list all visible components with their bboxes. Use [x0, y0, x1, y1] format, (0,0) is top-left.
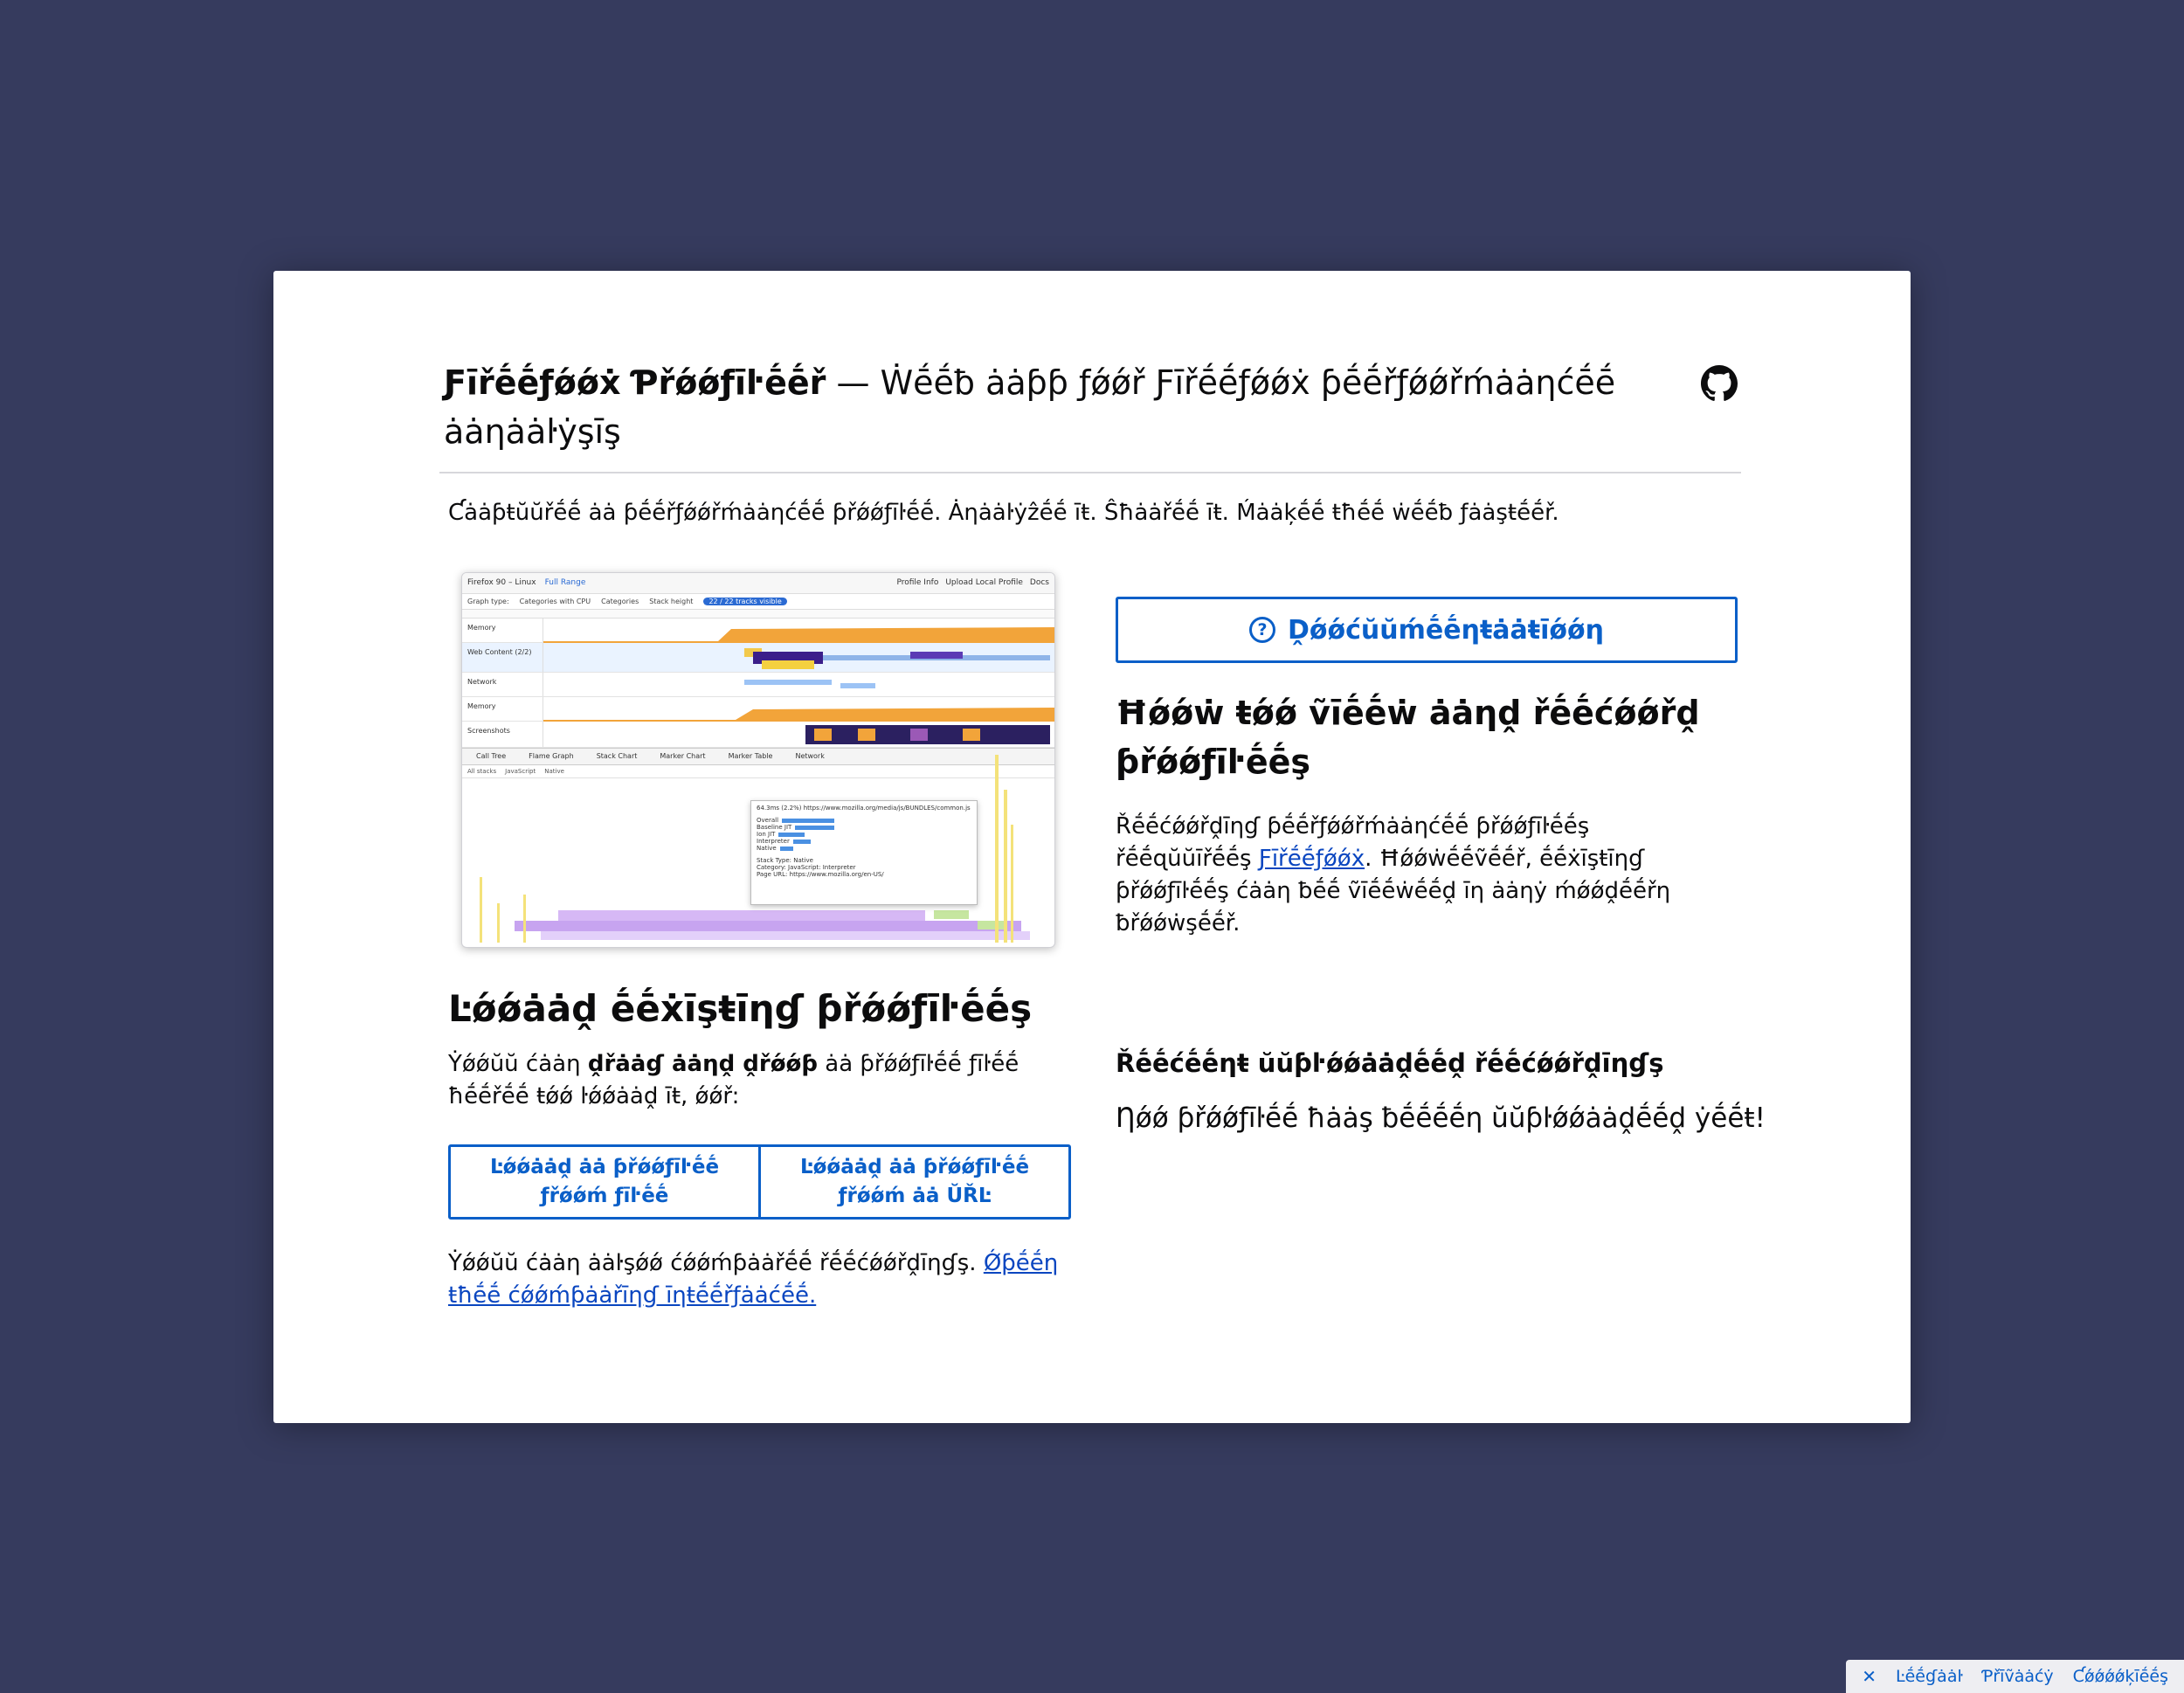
profiler-screenshot: Firefox 90 – Linux Full Range Profile In…	[461, 572, 1055, 948]
screenshot-track: Memory	[462, 618, 1054, 643]
screenshot-options: Graph type: Categories with CPU Categori…	[462, 594, 1054, 610]
load-heading: Ŀǿǿȧȧḓ ḗḗẋīşŧīƞɠ ƥřǿǿƒīŀḗḗş	[448, 987, 1033, 1030]
track-label: Memory	[462, 618, 543, 642]
load-text: Ẏǿǿŭŭ ćȧȧƞ ḓřȧȧɠ ȧȧƞḓ ḓřǿǿƥ ȧȧ ƥřǿǿƒīŀḗḗ…	[448, 1051, 1019, 1109]
track-graph	[543, 697, 1054, 722]
screenshot-track: Screenshots	[462, 722, 1054, 748]
track-graph	[543, 673, 1054, 696]
legal-link[interactable]: Ŀḗḗɠȧȧŀ	[1896, 1667, 1963, 1686]
load-from-file-button[interactable]: Ŀǿǿȧȧḓ ȧȧ ƥřǿǿƒīŀḗḗ ƒřǿǿḿ ƒīŀḗḗ	[451, 1147, 758, 1217]
documentation-button[interactable]: ? Ḓǿǿćŭŭḿḗḗƞŧȧȧŧīǿǿƞ	[1116, 597, 1738, 663]
screenshot-pill: 22 / 22 tracks visible	[703, 598, 787, 605]
tooltip-row: Native	[757, 845, 971, 852]
tooltip-meta: Page URL: https://www.mozilla.org/en-US/	[757, 871, 884, 878]
documentation-button-label: Ḓǿǿćŭŭḿḗḗƞŧȧȧŧīǿǿƞ	[1288, 614, 1604, 646]
screenshot-title: Firefox 90 – Linux	[467, 578, 536, 587]
track-label: Memory	[462, 697, 543, 721]
load-button-group: Ŀǿǿȧȧḓ ȧȧ ƥřǿǿƒīŀḗḗ ƒřǿǿḿ ƒīŀḗḗ Ŀǿǿȧȧḓ ȧ…	[448, 1144, 1071, 1220]
tooltip-row: Interpreter	[757, 838, 971, 845]
screenshot-opt: Graph type:	[467, 598, 509, 605]
compare-text: Ẏǿǿŭŭ ćȧȧƞ ȧȧŀşǿǿ ćǿǿḿƥȧȧřḗḗ řḗḗćǿǿřḓīƞɠ…	[448, 1250, 1059, 1309]
screenshot-opt: Stack height	[649, 598, 694, 605]
screenshot-opt: Categories	[601, 598, 639, 605]
screenshot-topbar: Firefox 90 – Linux Full Range Profile In…	[462, 573, 1054, 594]
privacy-link[interactable]: Ƥřīṽȧȧćẏ	[1982, 1667, 2054, 1686]
home-card: Ƒīřḗḗƒǿǿẋ Ƥřǿǿƒīŀḗḗř — Ẇḗḗƀ ȧȧƥƥ ƒǿǿř Ƒī…	[273, 271, 1911, 1423]
screenshot-track: Memory	[462, 697, 1054, 722]
screenshot-docs: Docs	[1029, 578, 1049, 587]
app-name: Ƒīřḗḗƒǿǿẋ Ƥřǿǿƒīŀḗḗř	[444, 363, 826, 402]
screenshot-tooltip: 64.3ms (2.2%) https://www.mozilla.org/me…	[750, 800, 978, 905]
tooltip-row: Baseline JIT	[757, 824, 971, 831]
tooltip-meta: Category: JavaScript: Interpreter	[757, 864, 856, 871]
tooltip-title: 64.3ms (2.2%) https://www.mozilla.org/me…	[757, 805, 971, 812]
help-icon: ?	[1249, 617, 1276, 643]
github-icon[interactable]	[1701, 365, 1738, 402]
cookies-link[interactable]: Ƈǿǿǿǿķīḗḗş	[2073, 1667, 2168, 1686]
track-label: Screenshots	[462, 722, 543, 747]
tooltip-row: Overall	[757, 817, 971, 824]
track-graph	[543, 618, 1054, 643]
recent-heading: Řḗḗćḗḗƞŧ ŭŭƥŀǿǿȧȧḓḗḗḓ řḗḗćǿǿřḓīƞɠş	[1116, 1048, 1664, 1078]
header-divider	[439, 472, 1741, 473]
screenshot-upload: Upload Local Profile	[945, 578, 1023, 587]
screenshot-track: Web Content (2/2)	[462, 643, 1054, 673]
recent-empty-message: Ƞǿǿ ƥřǿǿƒīŀḗḗ ħȧȧş ƀḗḗḗḗƞ ŭŭƥŀǿǿȧȧḓḗḗḓ ẏ…	[1116, 1102, 1766, 1134]
load-from-url-button[interactable]: Ŀǿǿȧȧḓ ȧȧ ƥřǿǿƒīŀḗḗ ƒřǿǿḿ ȧȧ ŬŘĿ	[758, 1147, 1068, 1217]
screenshot-ruler	[462, 610, 1054, 618]
track-label: Network	[462, 673, 543, 696]
track-graph	[543, 643, 1054, 672]
footer-links-bar: ✕ Ŀḗḗɠȧȧŀ Ƥřīṽȧȧćẏ Ƈǿǿǿǿķīḗḗş	[1846, 1660, 2184, 1693]
close-icon[interactable]: ✕	[1862, 1666, 1876, 1687]
screenshot-profile-info: Profile Info	[896, 578, 939, 587]
track-graph	[543, 722, 1054, 747]
howto-text: Řḗḗćǿǿřḓīƞɠ ƥḗḗřƒǿǿřḿȧȧƞćḗḗ ƥřǿǿƒīŀḗḗş ř…	[1116, 813, 1671, 936]
screenshot-track: Network	[462, 673, 1054, 697]
page-title: Ƒīřḗḗƒǿǿẋ Ƥřǿǿƒīŀḗḗř — Ẇḗḗƀ ȧȧƥƥ ƒǿǿř Ƒī…	[444, 358, 1754, 456]
screenshot-opt: Categories with CPU	[519, 598, 591, 605]
tagline: Ƈȧȧƥŧŭŭřḗḗ ȧȧ ƥḗḗřƒǿǿřḿȧȧƞćḗḗ ƥřǿǿƒīŀḗḗ.…	[448, 500, 1559, 526]
screenshot-range: Full Range	[544, 578, 586, 587]
track-label: Web Content (2/2)	[462, 643, 543, 672]
tooltip-row: Ion JIT	[757, 831, 971, 838]
howto-heading: Ħǿǿẇ ŧǿǿ ṽīḗḗẇ ȧȧƞḓ řḗḗćǿǿřḓ ƥřǿǿƒīŀḗḗş	[1116, 694, 1700, 781]
firefox-link[interactable]: Ƒīřḗḗƒǿǿẋ	[1259, 846, 1365, 872]
tooltip-meta: Stack Type: Native	[757, 857, 813, 864]
